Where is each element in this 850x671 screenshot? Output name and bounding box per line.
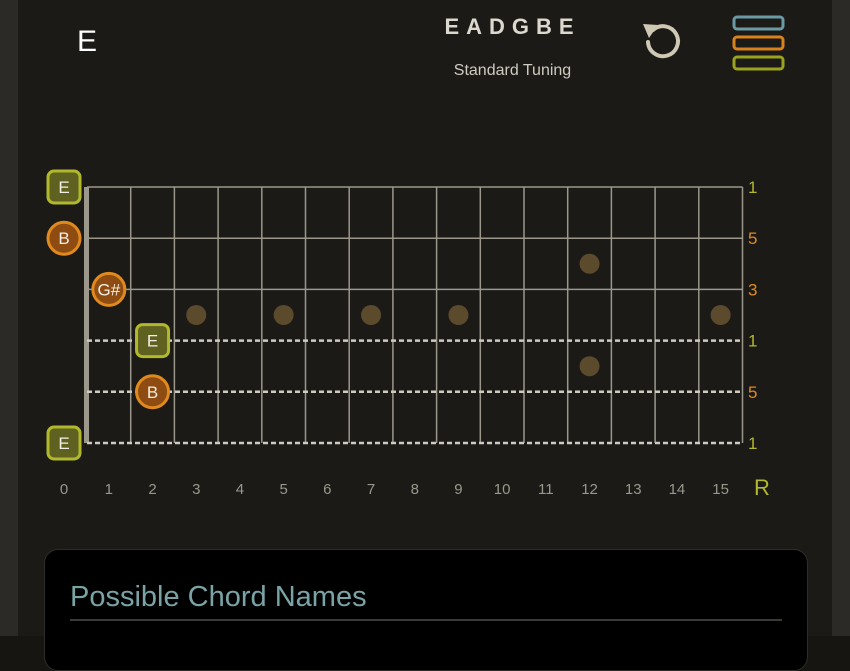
menu-bar-0 — [732, 15, 785, 31]
string-interval-label: 5 — [748, 383, 757, 402]
tuning-notes[interactable]: EADGBE — [420, 14, 605, 40]
fretboard[interactable]: 1531510 1 2 3 4 5 6 7 8 9 10 11 12 13 14 15 REBG#EBE — [0, 150, 850, 510]
fret-number: 1 — [105, 481, 113, 498]
fret-number: 6 — [323, 481, 331, 498]
fret-number: 4 — [236, 481, 244, 498]
fret-number: 5 — [279, 481, 287, 498]
nut — [84, 187, 89, 443]
reset-button[interactable] — [636, 17, 686, 67]
fret-inlay-dot — [579, 356, 600, 377]
tuning-label[interactable]: Standard Tuning — [420, 62, 605, 80]
note-label: E — [147, 332, 158, 351]
string-interval-label: 1 — [748, 434, 757, 453]
root-label[interactable]: R — [754, 475, 770, 500]
menu-icon — [732, 15, 785, 71]
fret-number: 2 — [148, 481, 156, 498]
note-label: B — [58, 229, 69, 248]
panel-divider — [70, 619, 782, 621]
fret-number: 15 — [712, 481, 729, 498]
fret-number: 3 — [192, 481, 200, 498]
menu-bar-2 — [732, 55, 785, 71]
fret-number: 8 — [411, 481, 419, 498]
note-label: E — [58, 178, 69, 197]
string-interval-label: 1 — [748, 332, 757, 351]
string-interval-label: 5 — [748, 229, 757, 248]
note-label: B — [147, 383, 158, 402]
panel-title: Possible Chord Names — [70, 581, 367, 613]
note-label: E — [58, 434, 69, 453]
string-interval-label: 1 — [748, 178, 757, 197]
fret-number: 12 — [581, 481, 598, 498]
fret-number: 9 — [454, 481, 462, 498]
fret-inlay-dot — [273, 305, 294, 325]
possible-chord-names-panel: Possible Chord Names — [44, 549, 808, 671]
undo-icon — [643, 24, 680, 59]
fret-inlay-dot — [448, 305, 469, 325]
fret-inlay-dot — [579, 253, 600, 274]
fret-number: 10 — [494, 481, 511, 498]
menu-button[interactable] — [730, 12, 790, 74]
fret-inlay-dot — [186, 305, 207, 325]
fret-number: 13 — [625, 481, 642, 498]
chord-name: E — [77, 25, 98, 58]
fret-number: 7 — [367, 481, 375, 498]
note-label: G# — [98, 280, 121, 299]
fret-number: 0 — [60, 481, 68, 498]
fret-number: 14 — [669, 481, 686, 498]
fret-inlay-dot — [710, 305, 731, 325]
menu-bar-1 — [732, 35, 785, 51]
string-interval-label: 3 — [748, 280, 757, 299]
fret-number: 11 — [538, 481, 554, 498]
fret-inlay-dot — [361, 305, 382, 325]
